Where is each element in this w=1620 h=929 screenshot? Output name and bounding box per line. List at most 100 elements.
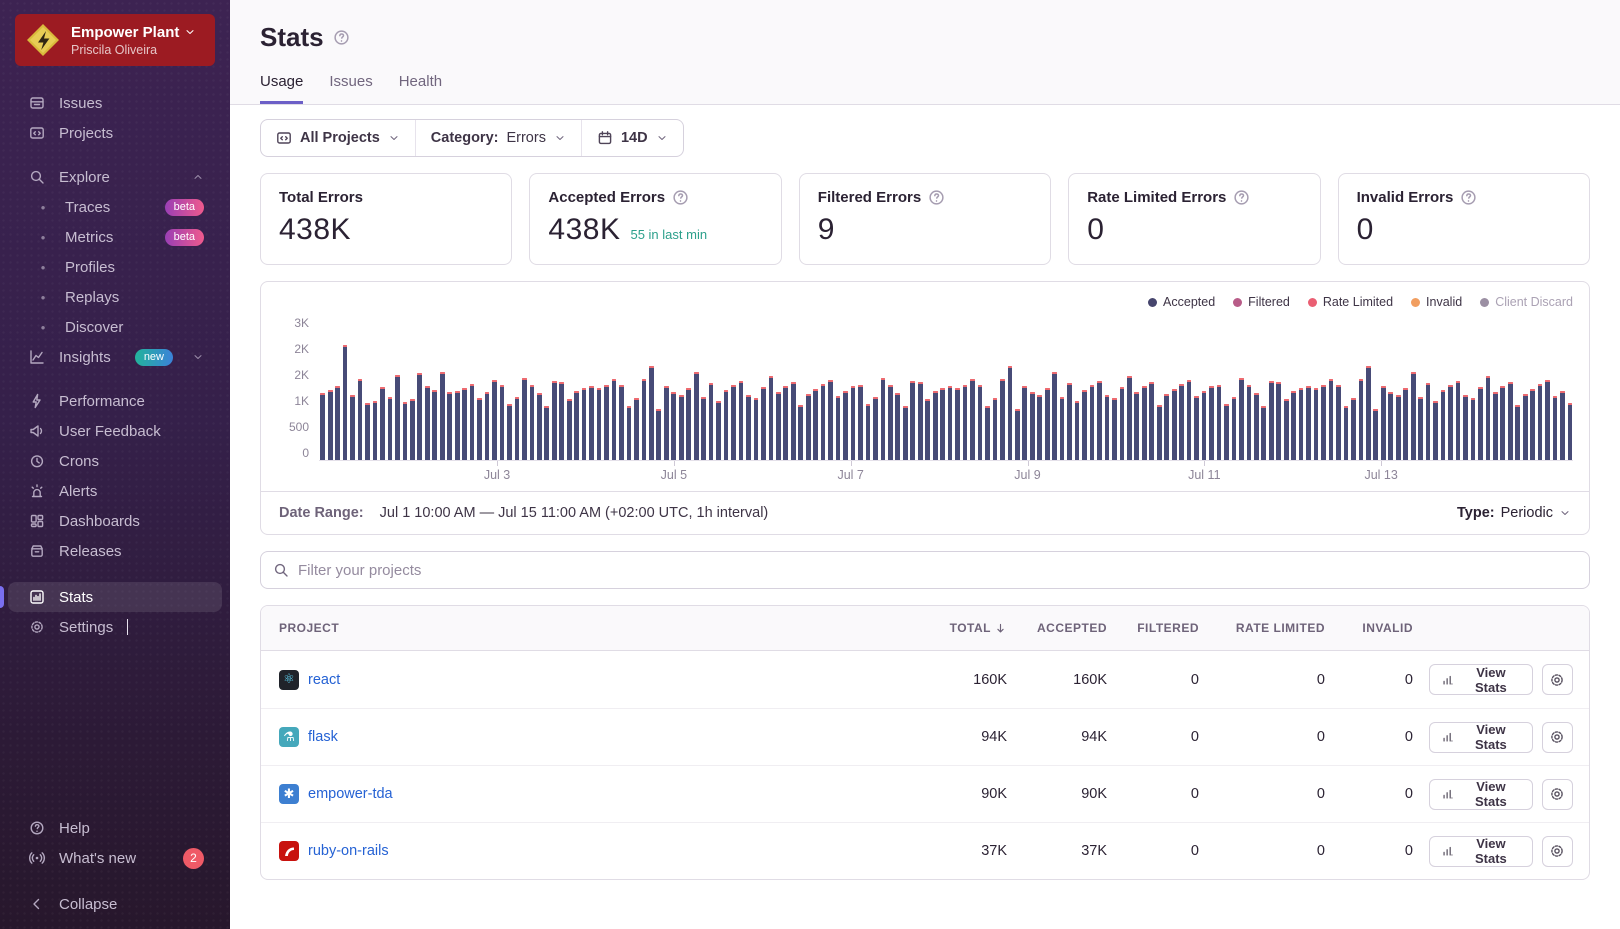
chart-bar[interactable] xyxy=(1486,376,1491,460)
chart-bar[interactable] xyxy=(1030,392,1035,460)
project-settings-button[interactable] xyxy=(1542,836,1573,867)
chart-bar[interactable] xyxy=(1448,385,1453,460)
chart-bar[interactable] xyxy=(1217,385,1222,460)
sidebar-item-help[interactable]: Help xyxy=(8,813,222,843)
chart-bar[interactable] xyxy=(1426,383,1431,460)
column-header-rate-limited[interactable]: RATE LIMITED xyxy=(1207,621,1333,635)
chart-bar[interactable] xyxy=(1164,394,1169,460)
chart-bar[interactable] xyxy=(1388,392,1393,460)
chart-bar[interactable] xyxy=(492,380,497,460)
chart-bar[interactable] xyxy=(1045,388,1050,460)
chart-bar[interactable] xyxy=(574,391,579,460)
chart-bar[interactable] xyxy=(335,386,340,460)
sidebar-item-releases[interactable]: Releases xyxy=(8,536,222,566)
chart-bar[interactable] xyxy=(1120,387,1125,460)
chart-bar[interactable] xyxy=(522,378,527,460)
column-header-filtered[interactable]: FILTERED xyxy=(1115,621,1207,635)
chart-bar[interactable] xyxy=(1127,376,1132,460)
chart-bar[interactable] xyxy=(888,385,893,460)
column-header-total[interactable]: TOTAL xyxy=(905,621,1015,635)
project-link[interactable]: ruby-on-rails xyxy=(308,843,389,859)
legend-item-accepted[interactable]: Accepted xyxy=(1148,295,1215,309)
chart-bar[interactable] xyxy=(380,387,385,460)
chart-bar[interactable] xyxy=(447,392,452,460)
chart-bar[interactable] xyxy=(769,376,774,460)
chart-bar[interactable] xyxy=(1112,398,1117,460)
tab-usage[interactable]: Usage xyxy=(260,73,303,104)
chart-bar[interactable] xyxy=(537,393,542,460)
chart-bar[interactable] xyxy=(1500,386,1505,460)
chart-bar[interactable] xyxy=(1336,385,1341,460)
chart-bar[interactable] xyxy=(716,401,721,460)
view-stats-button[interactable]: View Stats xyxy=(1429,836,1533,867)
chart-bar[interactable] xyxy=(1269,381,1274,460)
project-settings-button[interactable] xyxy=(1542,722,1573,753)
chart-bar[interactable] xyxy=(604,385,609,460)
chart-bar[interactable] xyxy=(724,390,729,460)
chart-bar[interactable] xyxy=(1209,386,1214,460)
chart-bar[interactable] xyxy=(559,382,564,460)
category-filter[interactable]: Category: Errors xyxy=(415,120,581,156)
chart-bar[interactable] xyxy=(1015,409,1020,460)
chart-bar[interactable] xyxy=(821,384,826,460)
chart-bar[interactable] xyxy=(1276,382,1281,460)
chart-bar[interactable] xyxy=(500,385,505,460)
chart-bar[interactable] xyxy=(895,393,900,460)
view-stats-button[interactable]: View Stats xyxy=(1429,722,1533,753)
chart-bar[interactable] xyxy=(417,373,422,460)
chart-bar[interactable] xyxy=(373,401,378,460)
tab-health[interactable]: Health xyxy=(399,73,442,104)
chart-bar[interactable] xyxy=(1097,381,1102,460)
chart-bar[interactable] xyxy=(783,386,788,460)
chart-bar[interactable] xyxy=(1008,366,1013,460)
chart-bar[interactable] xyxy=(343,345,348,460)
chart-bar[interactable] xyxy=(589,386,594,460)
chart-bar[interactable] xyxy=(515,397,520,460)
legend-item-rate-limited[interactable]: Rate Limited xyxy=(1308,295,1393,309)
chart-bar[interactable] xyxy=(1351,398,1356,460)
project-link[interactable]: react xyxy=(308,672,340,688)
help-icon[interactable] xyxy=(672,189,689,206)
chart-bar[interactable] xyxy=(948,386,953,460)
chart-bar[interactable] xyxy=(1000,379,1005,460)
chart-bar[interactable] xyxy=(410,399,415,460)
chart-bar[interactable] xyxy=(910,381,915,460)
chart-bar[interactable] xyxy=(388,397,393,460)
chart-bar[interactable] xyxy=(567,399,572,460)
chart-bar[interactable] xyxy=(776,392,781,460)
sidebar-item-performance[interactable]: Performance xyxy=(8,386,222,416)
chart-bar[interactable] xyxy=(858,385,863,460)
chart-bar[interactable] xyxy=(582,388,587,460)
chart-bar[interactable] xyxy=(403,402,408,460)
chart-bar[interactable] xyxy=(1179,384,1184,460)
chart-bar[interactable] xyxy=(1553,396,1558,460)
chart-bar[interactable] xyxy=(985,406,990,460)
chart-bar[interactable] xyxy=(746,395,751,460)
chart-bar[interactable] xyxy=(1381,386,1386,460)
column-header-accepted[interactable]: ACCEPTED xyxy=(1015,621,1115,635)
sidebar-item-dashboards[interactable]: Dashboards xyxy=(8,506,222,536)
sidebar-item-explore[interactable]: Explore xyxy=(8,162,222,192)
chart-bar[interactable] xyxy=(1239,378,1244,460)
chart-bar[interactable] xyxy=(1523,394,1528,460)
chart-bar[interactable] xyxy=(1090,385,1095,460)
sidebar-item-collapse[interactable]: Collapse xyxy=(8,889,222,919)
page-help-icon[interactable] xyxy=(333,29,350,46)
chart-bar[interactable] xyxy=(328,390,333,460)
project-link[interactable]: flask xyxy=(308,729,338,745)
chart-bar[interactable] xyxy=(731,385,736,460)
help-icon[interactable] xyxy=(1460,189,1477,206)
project-search-input[interactable] xyxy=(298,562,1577,579)
sidebar-item-replays[interactable]: •Replays xyxy=(8,282,222,312)
chart-bar[interactable] xyxy=(507,404,512,460)
chart-bar[interactable] xyxy=(1545,380,1550,460)
chart-bar[interactable] xyxy=(1411,372,1416,460)
chart-bar[interactable] xyxy=(1194,396,1199,460)
chart-bar[interactable] xyxy=(425,386,430,460)
chart-bar[interactable] xyxy=(1463,395,1468,460)
chart-bar[interactable] xyxy=(320,393,325,460)
chart-bar[interactable] xyxy=(1403,388,1408,460)
project-settings-button[interactable] xyxy=(1542,779,1573,810)
chart-bar[interactable] xyxy=(365,403,370,460)
chart-bar[interactable] xyxy=(1291,391,1296,460)
